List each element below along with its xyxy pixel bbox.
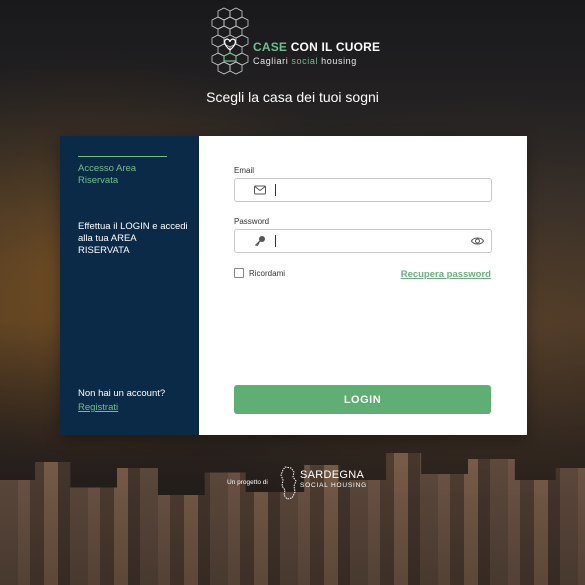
eye-icon[interactable] <box>471 235 484 247</box>
password-label: Password <box>234 217 270 226</box>
login-card: Accesso Area Riservata Effettua il LOGIN… <box>60 136 527 435</box>
login-info-text: Effettua il LOGIN e accedi alla tua AREA… <box>78 221 188 256</box>
brand-title-main: CASE <box>253 40 288 54</box>
sardinia-island-icon <box>280 466 297 500</box>
partner-title: SARDEGNA <box>300 469 365 481</box>
envelope-icon <box>254 185 266 195</box>
footer-partner: Un progetto di SARDEGNA SOCIAL HOUSING <box>227 462 377 502</box>
remember-checkbox[interactable] <box>234 268 244 278</box>
login-button[interactable]: LOGIN <box>234 385 491 414</box>
honeycomb-heart-icon <box>211 7 249 75</box>
partner-subtitle: SOCIAL HOUSING <box>300 482 367 489</box>
brand-logo: CASE CON IL CUORE Cagliari social housin… <box>210 6 380 78</box>
info-panel: Accesso Area Riservata Effettua il LOGIN… <box>60 136 199 435</box>
brand-title-accent: CON IL CUORE <box>290 40 381 54</box>
no-account-text: Non hai un account? <box>78 388 166 399</box>
email-caret <box>275 184 276 196</box>
password-field[interactable] <box>234 229 492 253</box>
brand-subtitle-accent: social <box>291 56 319 66</box>
brand-title: CASE CON IL CUORE <box>253 40 380 54</box>
email-label: Email <box>234 166 255 175</box>
key-icon <box>255 236 265 247</box>
brand-subtitle: Cagliari social housing <box>253 56 357 66</box>
background-city-image <box>0 453 585 585</box>
project-of-text: Un progetto di <box>227 479 268 486</box>
email-field[interactable] <box>234 178 492 202</box>
register-link[interactable]: Registrati <box>78 402 118 413</box>
remember-label: Ricordami <box>249 268 286 278</box>
recover-password-link[interactable]: Recupera password <box>395 269 491 280</box>
accent-divider <box>78 156 167 157</box>
brand-subtitle-pre: Cagliari <box>253 56 289 66</box>
tagline: Scegli la casa dei tuoi sogni <box>206 89 379 105</box>
password-caret <box>275 235 276 247</box>
remember-me[interactable]: Ricordami <box>234 267 285 279</box>
login-form: Email Password Ricordami Recupera passwo… <box>199 136 527 435</box>
area-label: Accesso Area Riservata <box>78 163 137 186</box>
brand-subtitle-post: housing <box>321 56 357 66</box>
